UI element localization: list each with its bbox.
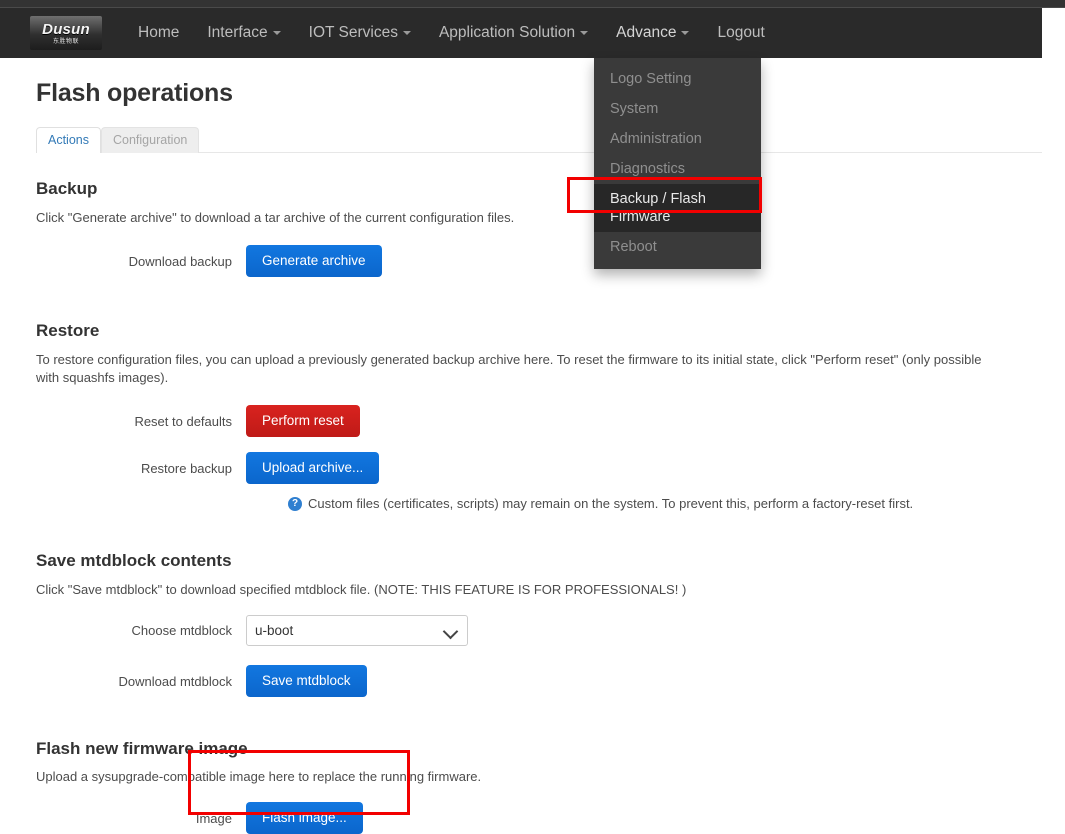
nav-item-application-solution[interactable]: Application Solution (425, 8, 602, 58)
chevron-down-icon (681, 30, 690, 35)
download-backup-label: Download backup (128, 253, 232, 269)
mtdblock-section: Save mtdblock contents Click "Save mtdbl… (36, 551, 1065, 697)
chevron-down-icon (580, 30, 589, 35)
nav-item-home[interactable]: Home (124, 8, 193, 58)
navbar-items: Home Interface IOT Services Application … (124, 8, 779, 58)
mtdblock-description: Click "Save mtdblock" to download specif… (36, 582, 687, 597)
nav-item-label: Logout (717, 24, 765, 41)
chevron-down-icon (272, 30, 281, 35)
flash-image-row: Image Flash image... (36, 802, 1065, 834)
nav-item-advance[interactable]: Advance (602, 8, 703, 58)
menu-item-reboot[interactable]: Reboot (594, 232, 761, 262)
generate-archive-button[interactable]: Generate archive (246, 245, 382, 277)
download-mtdblock-label: Download mtdblock (118, 673, 232, 689)
page-title: Flash operations (36, 79, 233, 107)
menu-item-logo-setting[interactable]: Logo Setting (594, 64, 761, 94)
backup-section: Backup Click "Generate archive" to downl… (36, 179, 1065, 277)
nav-item-interface[interactable]: Interface (193, 8, 294, 58)
nav-item-label: Home (138, 24, 180, 41)
backup-title: Backup (36, 179, 98, 198)
menu-item-diagnostics[interactable]: Diagnostics (594, 154, 761, 184)
menu-item-system[interactable]: System (594, 94, 761, 124)
nav-item-logout[interactable]: Logout (703, 8, 778, 58)
choose-mtdblock-row: Choose mtdblock u-boot (36, 615, 1065, 646)
mtdblock-select[interactable]: u-boot (246, 615, 468, 646)
restore-description: To restore configuration files, you can … (36, 352, 982, 385)
navbar-right-filler (1042, 8, 1065, 58)
brand-subtitle: 东胜物联 (52, 38, 79, 45)
restore-hint-row: ? Custom files (certificates, scripts) m… (288, 496, 1065, 511)
choose-mtdblock-label: Choose mtdblock (131, 623, 232, 638)
page-content: Flash operations Actions Configuration B… (0, 58, 1065, 834)
reset-defaults-row: Reset to defaults Perform reset (36, 405, 1065, 437)
perform-reset-button[interactable]: Perform reset (246, 405, 360, 437)
flash-firmware-description: Upload a sysupgrade-compatible image her… (36, 769, 482, 784)
restore-backup-row: Restore backup Upload archive... (36, 452, 1065, 484)
nav-item-label: Interface (207, 24, 268, 41)
tab-bar: Actions Configuration (36, 125, 1042, 153)
flash-firmware-section: Flash new firmware image Upload a sysupg… (36, 739, 1065, 834)
nav-item-label: IOT Services (308, 24, 398, 41)
advance-dropdown-menu: Logo Setting System Administration Diagn… (594, 58, 761, 269)
restore-backup-label: Restore backup (140, 460, 232, 476)
chevron-down-icon (402, 30, 411, 35)
top-strip (0, 0, 1065, 7)
backup-description: Click "Generate archive" to download a t… (36, 210, 515, 225)
nav-item-iot-services[interactable]: IOT Services (295, 8, 425, 58)
main-navbar: Dusun 东胜物联 Home Interface IOT Services A… (0, 8, 1042, 58)
image-label: Image (195, 810, 232, 826)
mtdblock-title: Save mtdblock contents (36, 551, 232, 570)
restore-section: Restore To restore configuration files, … (36, 321, 1065, 511)
mtdblock-select-wrap: u-boot (246, 615, 468, 646)
brand-name: Dusun (42, 20, 90, 38)
save-mtdblock-button[interactable]: Save mtdblock (246, 665, 367, 697)
menu-item-backup-flash-firmware[interactable]: Backup / Flash Firmware (594, 184, 761, 232)
download-mtdblock-row: Download mtdblock Save mtdblock (36, 665, 1065, 697)
help-circle-icon: ? (288, 497, 302, 511)
menu-item-administration[interactable]: Administration (594, 124, 761, 154)
nav-item-label: Application Solution (438, 24, 576, 41)
download-backup-row: Download backup Generate archive (36, 245, 1065, 277)
tab-actions[interactable]: Actions (36, 127, 101, 153)
reset-to-defaults-label: Reset to defaults (134, 413, 232, 429)
tab-configuration[interactable]: Configuration (101, 127, 200, 153)
flash-image-button[interactable]: Flash image... (246, 802, 363, 834)
restore-hint-text: Custom files (certificates, scripts) may… (308, 496, 914, 511)
restore-title: Restore (36, 321, 100, 340)
flash-firmware-title: Flash new firmware image (36, 739, 248, 758)
upload-archive-button[interactable]: Upload archive... (246, 452, 380, 484)
brand-logo[interactable]: Dusun 东胜物联 (30, 16, 102, 50)
nav-item-label: Advance (616, 24, 677, 41)
